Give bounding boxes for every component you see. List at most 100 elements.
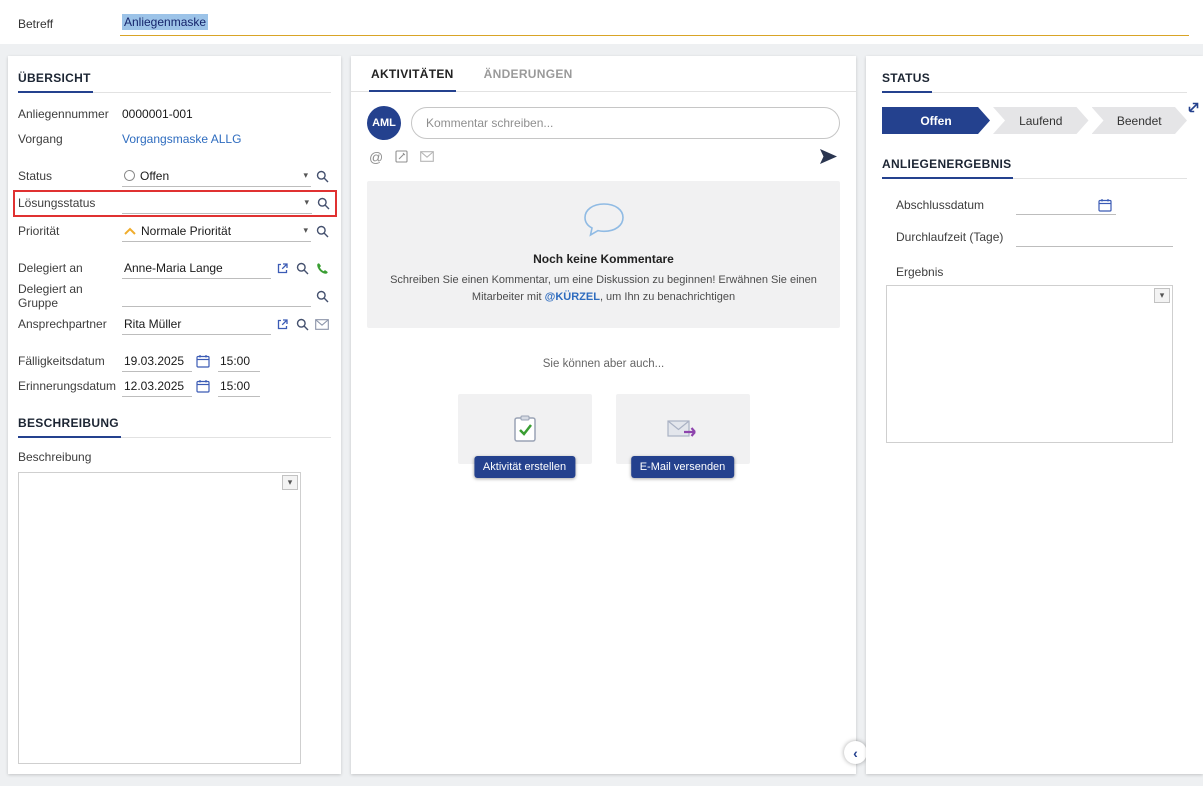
- clipboard-check-icon: [512, 415, 538, 443]
- faelligkeitsdatum-time-input[interactable]: 15:00: [218, 351, 260, 372]
- empty-state: Noch keine Kommentare Schreiben Sie eine…: [367, 181, 840, 328]
- ergebnis-expand-button[interactable]: ▾: [1154, 288, 1170, 303]
- beschreibung-expand-button[interactable]: ▾: [282, 475, 298, 490]
- beschreibung-textarea[interactable]: ▾: [18, 472, 301, 764]
- status-select[interactable]: Offen ▾: [122, 166, 311, 187]
- delegiert-an-input[interactable]: Anne-Maria Lange: [122, 258, 271, 279]
- calendar-icon[interactable]: [194, 352, 212, 370]
- field-row-abschlussdatum: Abschlussdatum: [896, 195, 1173, 215]
- betreff-label: Betreff: [18, 17, 120, 31]
- open-record-icon[interactable]: [273, 315, 291, 333]
- priority-chevron-icon: [124, 227, 136, 235]
- activity-card-box: [458, 394, 592, 464]
- email-card-box: [616, 394, 750, 464]
- delegiert-an-gruppe-input[interactable]: [122, 286, 311, 307]
- chevron-left-icon: ‹: [853, 745, 858, 761]
- tab-bar: AKTIVITÄTEN ÄNDERUNGEN: [351, 56, 856, 92]
- empty-title: Noch keine Kommentare: [381, 252, 826, 266]
- field-row-prioritaet: Priorität Normale Priorität ▾: [18, 220, 331, 242]
- comment-input[interactable]: [411, 107, 840, 139]
- ergebnis-textarea[interactable]: ▾: [886, 285, 1173, 443]
- search-icon[interactable]: [313, 222, 331, 240]
- avatar: AML: [367, 106, 401, 140]
- faelligkeitsdatum-time-value: 15:00: [220, 354, 258, 368]
- delegiert-an-value: Anne-Maria Lange: [124, 261, 269, 275]
- subject-bar: Betreff Anliegenmaske: [0, 0, 1203, 44]
- vorgang-label: Vorgang: [18, 132, 122, 146]
- email-send-icon: [667, 418, 699, 441]
- abschlussdatum-input[interactable]: [1016, 195, 1116, 215]
- faelligkeitsdatum-label: Fälligkeitsdatum: [18, 354, 122, 368]
- mention-token: @KÜRZEL: [545, 291, 600, 303]
- comment-composer: AML: [351, 92, 856, 140]
- anliegennummer-label: Anliegennummer: [18, 107, 122, 121]
- email-icon[interactable]: [420, 151, 434, 162]
- anliegennummer-value: 0000001-001: [122, 107, 193, 121]
- search-icon[interactable]: [293, 259, 311, 277]
- field-row-loesungsstatus: Lösungsstatus ▾: [18, 192, 332, 214]
- overview-panel: ÜBERSICHT Anliegennummer 0000001-001 Vor…: [8, 56, 341, 774]
- quick-actions: Aktivität erstellen E-Mail versenden: [351, 394, 856, 478]
- erinnerungsdatum-label: Erinnerungsdatum: [18, 379, 122, 393]
- search-icon[interactable]: [293, 315, 311, 333]
- tab-aktivitaeten[interactable]: AKTIVITÄTEN: [369, 56, 456, 92]
- status-step-offen[interactable]: Offen: [882, 107, 990, 134]
- delegiert-an-gruppe-label: Delegiert an Gruppe: [18, 282, 122, 310]
- prioritaet-select[interactable]: Normale Priorität ▾: [122, 221, 311, 242]
- open-record-icon[interactable]: [273, 259, 291, 277]
- status-step-laufend[interactable]: Laufend: [993, 107, 1088, 134]
- send-email-button[interactable]: E-Mail versenden: [631, 456, 735, 478]
- empty-text-after: , um Ihn zu benachrichtigen: [600, 291, 735, 303]
- tab-aenderungen[interactable]: ÄNDERUNGEN: [482, 56, 575, 91]
- faelligkeitsdatum-date-input[interactable]: 19.03.2025: [122, 351, 192, 372]
- search-icon[interactable]: [313, 167, 331, 185]
- field-row-status: Status Offen ▾: [18, 165, 331, 187]
- loesungsstatus-label: Lösungsstatus: [18, 196, 122, 210]
- collapse-panel-button[interactable]: ‹: [844, 741, 867, 764]
- chevron-down-icon[interactable]: ▾: [302, 226, 309, 235]
- create-activity-card: Aktivität erstellen: [458, 394, 592, 478]
- loesungsstatus-highlight-box: Lösungsstatus ▾: [13, 190, 337, 217]
- composer-toolbar: @: [351, 140, 856, 165]
- at-mention-icon[interactable]: @: [369, 149, 383, 165]
- chevron-down-icon[interactable]: ▾: [303, 198, 310, 207]
- calendar-icon[interactable]: [1098, 198, 1112, 212]
- prioritaet-value: Normale Priorität: [141, 224, 297, 238]
- ansprechpartner-label: Ansprechpartner: [18, 317, 122, 331]
- note-icon[interactable]: [395, 150, 408, 163]
- email-icon[interactable]: [313, 315, 331, 333]
- betreff-value: Anliegenmaske: [122, 14, 208, 30]
- calendar-icon[interactable]: [194, 377, 212, 395]
- radio-icon: [124, 170, 135, 181]
- search-icon[interactable]: [314, 194, 332, 212]
- search-icon[interactable]: [313, 287, 331, 305]
- status-step-beendet[interactable]: Beendet: [1092, 107, 1187, 134]
- also-text: Sie können aber auch...: [351, 358, 856, 370]
- status-header: STATUS: [866, 66, 1203, 93]
- field-row-faelligkeitsdatum: Fälligkeitsdatum 19.03.2025 15:00: [18, 350, 331, 372]
- field-row-erinnerungsdatum: Erinnerungsdatum 12.03.2025 15:00: [18, 375, 331, 397]
- status-steps: Offen Laufend Beendet: [882, 107, 1187, 134]
- durchlaufzeit-input[interactable]: [1016, 227, 1173, 247]
- ansprechpartner-input[interactable]: Rita Müller: [122, 314, 271, 335]
- vorgang-link[interactable]: Vorgangsmaske ALLG: [122, 132, 241, 146]
- erinnerungsdatum-date-input[interactable]: 12.03.2025: [122, 376, 192, 397]
- chevron-down-icon: ▾: [287, 478, 294, 487]
- abschlussdatum-label: Abschlussdatum: [896, 198, 1016, 212]
- status-value: Offen: [140, 169, 297, 183]
- speech-bubble-icon: [581, 201, 627, 242]
- delegiert-an-label: Delegiert an: [18, 261, 122, 275]
- overview-header: ÜBERSICHT: [18, 66, 331, 93]
- loesungsstatus-select[interactable]: ▾: [122, 193, 312, 214]
- beschreibung-label: Beschreibung: [18, 450, 331, 464]
- erinnerungsdatum-time-input[interactable]: 15:00: [218, 376, 260, 397]
- ergebnis-header: ANLIEGENERGEBNIS: [866, 152, 1203, 179]
- chevron-down-icon[interactable]: ▾: [302, 171, 309, 180]
- phone-icon[interactable]: [313, 259, 331, 277]
- betreff-input[interactable]: Anliegenmaske: [120, 12, 1189, 36]
- ergebnis-title: ANLIEGENERGEBNIS: [882, 152, 1013, 179]
- create-activity-button[interactable]: Aktivität erstellen: [474, 456, 575, 478]
- send-icon[interactable]: [819, 148, 838, 165]
- erinnerungsdatum-date-value: 12.03.2025: [124, 379, 190, 393]
- status-title: STATUS: [882, 66, 932, 93]
